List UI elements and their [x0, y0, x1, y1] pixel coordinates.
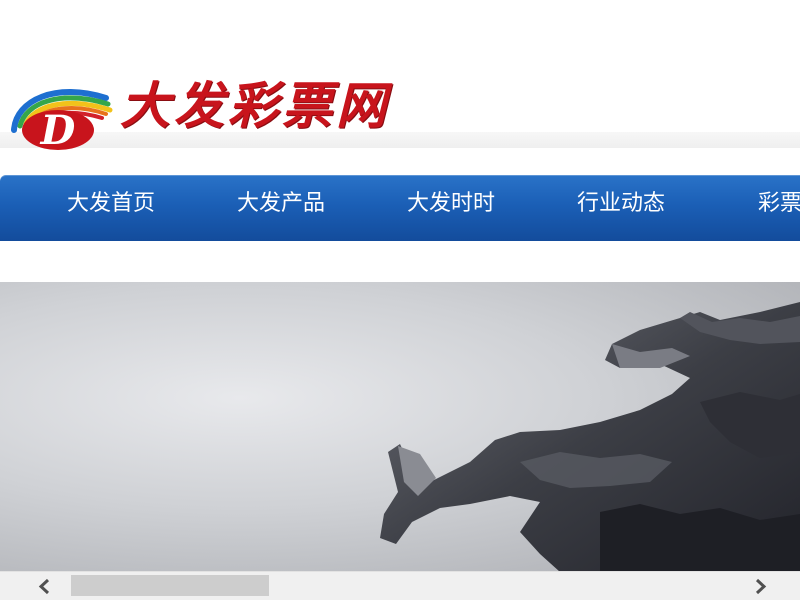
- chevron-left-icon[interactable]: [30, 572, 60, 600]
- nav-item-industry-news[interactable]: 行业动态: [536, 175, 706, 241]
- scrollbar-thumb[interactable]: [71, 575, 269, 596]
- nav-item-lottery-info[interactable]: 彩票资: [706, 175, 800, 241]
- hero-banner[interactable]: [0, 282, 800, 572]
- chevron-right-icon[interactable]: [745, 572, 775, 600]
- nav-item-shishi[interactable]: 大发时时: [366, 175, 536, 241]
- logo-letter: D: [40, 107, 76, 152]
- logo-text: 大发彩票网: [120, 76, 390, 135]
- logo-mark-icon: D: [11, 89, 113, 152]
- site-logo[interactable]: D 大发彩票网: [6, 74, 436, 154]
- horizontal-scrollbar[interactable]: [0, 571, 800, 600]
- nav-item-products[interactable]: 大发产品: [196, 175, 366, 241]
- main-nav: 大发首页 大发产品 大发时时 行业动态 彩票资: [0, 175, 800, 241]
- page: D 大发彩票网 大发首页 大发产品 大发时时 行业动态 彩票资: [0, 0, 800, 600]
- site-header: D 大发彩票网: [0, 0, 800, 152]
- dragon-sculpture-image: [380, 302, 800, 572]
- nav-item-home[interactable]: 大发首页: [26, 175, 196, 241]
